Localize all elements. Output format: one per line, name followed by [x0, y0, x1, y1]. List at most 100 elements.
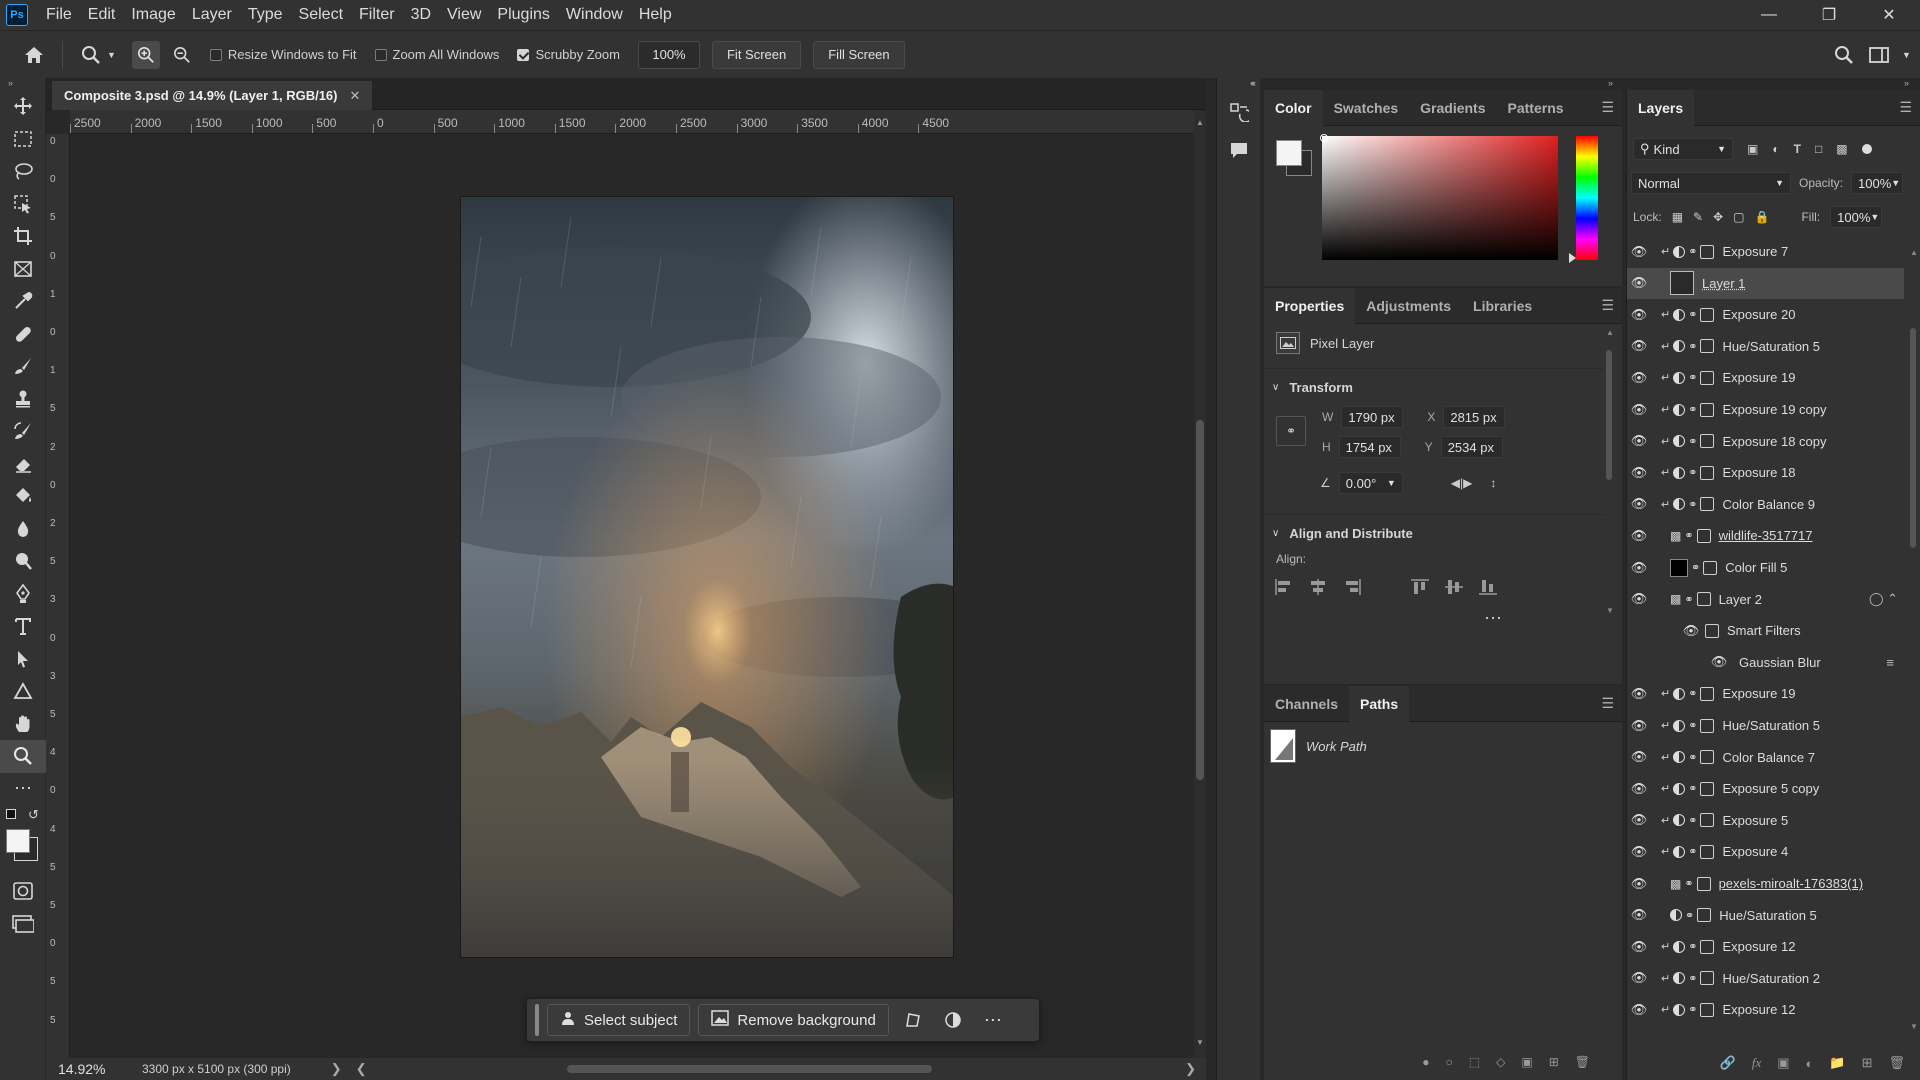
visibility-eye-icon[interactable]: 👁 [1627, 433, 1651, 449]
visibility-eye-icon[interactable]: 👁 [1627, 970, 1651, 986]
more-options-icon[interactable]: ⋯ [977, 1004, 1009, 1036]
layer-row[interactable]: 👁 ↵ ⚭ Exposure 19 [1627, 678, 1904, 709]
pen-tool-icon[interactable] [0, 578, 46, 611]
align-bottom-icon[interactable] [1478, 578, 1498, 599]
document-tab[interactable]: Composite 3.psd @ 14.9% (Layer 1, RGB/16… [52, 81, 373, 110]
zoom-tool-preset-icon[interactable] [75, 39, 107, 71]
restore-button[interactable]: ❐ [1806, 0, 1852, 30]
layer-row[interactable]: 👁 ⚭ Color Fill 5 [1627, 552, 1904, 583]
scroll-up-icon[interactable]: ▲ [1196, 118, 1204, 127]
eraser-tool-icon[interactable] [0, 448, 46, 481]
expand-panels-icon[interactable]: » [1608, 78, 1613, 88]
blend-mode-select[interactable]: Normal ▼ [1631, 172, 1791, 194]
search-icon[interactable] [1828, 39, 1860, 71]
width-field[interactable]: 1790 px [1341, 406, 1404, 428]
lasso-tool-icon[interactable] [0, 155, 46, 188]
smart-filter-badge-icon[interactable]: ◯ ⌃ [1869, 591, 1898, 607]
visibility-eye-icon[interactable]: 👁 [1627, 907, 1651, 923]
layer-row[interactable]: 👁 ↵ ⚭ Exposure 12 [1627, 994, 1904, 1025]
history-brush-tool-icon[interactable] [0, 415, 46, 448]
filter-adjustment-icon[interactable]: ◐ [1772, 142, 1779, 156]
type-tool-icon[interactable] [0, 610, 46, 643]
layer-row[interactable]: 👁 ▩ ⚭ wildlife-3517717 [1627, 520, 1904, 551]
paint-bucket-tool-icon[interactable] [0, 480, 46, 513]
close-tab-icon[interactable]: ✕ [349, 88, 360, 104]
vertical-scrollbar[interactable]: ▲ ▼ [1194, 110, 1206, 1058]
add-mask-layer-icon[interactable]: ▣ [1777, 1055, 1789, 1071]
zoom-tool-icon[interactable] [0, 740, 46, 773]
delete-path-icon[interactable]: 🗑 [1575, 1055, 1590, 1069]
object-selection-tool-icon[interactable] [0, 188, 46, 221]
layer-row[interactable]: 👁 ↵ ⚭ Exposure 5 [1627, 805, 1904, 836]
visibility-eye-icon[interactable]: 👁 [1627, 244, 1651, 260]
menu-layer[interactable]: Layer [184, 6, 240, 24]
hue-marker[interactable] [1569, 253, 1576, 263]
layer-row[interactable]: 👁 ↵ ⚭ Exposure 18 copy [1627, 426, 1904, 457]
brush-tool-icon[interactable] [0, 350, 46, 383]
height-field[interactable]: 1754 px [1338, 436, 1401, 458]
fill-screen-button[interactable]: Fill Screen [813, 40, 905, 69]
align-hcenter-icon[interactable] [1308, 578, 1328, 599]
layer-style-icon[interactable]: fx [1752, 1055, 1761, 1071]
zoom-all-box[interactable] [374, 48, 387, 61]
tab-swatches[interactable]: Swatches [1323, 90, 1410, 126]
screen-mode-icon[interactable] [0, 908, 46, 941]
layers-list[interactable]: 👁 ↵ ⚭ Exposure 7 👁 Layer 1 👁 ↵ ⚭ Exposure 20 👁 ↵ ⚭ Hu… [1627, 236, 1907, 1032]
layer-row[interactable]: 👁 ↵ ⚭ Hue/Saturation 5 [1627, 331, 1904, 362]
menu-help[interactable]: Help [631, 6, 680, 24]
layer-row[interactable]: 👁 ⚭ Hue/Saturation 5 [1627, 900, 1904, 931]
visibility-eye-icon[interactable]: 👁 [1627, 812, 1651, 828]
resize-windows-box[interactable] [209, 48, 222, 61]
link-dimensions-icon[interactable]: ⚭ [1276, 416, 1306, 446]
filter-kind-select[interactable]: ⚲ Kind ▼ [1633, 138, 1733, 160]
menu-image[interactable]: Image [123, 6, 183, 24]
workspace-icon[interactable] [1864, 39, 1896, 71]
properties-panel-menu-icon[interactable]: ☰ [1601, 297, 1614, 314]
filter-options-icon[interactable]: ≡ [1886, 655, 1894, 670]
filter-smart-icon[interactable]: ▩ [1836, 142, 1847, 156]
properties-scrollbar[interactable]: ▲ ▼ [1604, 328, 1614, 618]
scrubby-zoom-box[interactable] [517, 48, 530, 61]
tab-layers[interactable]: Layers [1627, 89, 1695, 126]
visibility-eye-icon[interactable]: 👁 [1627, 844, 1651, 860]
zoom-level[interactable]: 14.92% [46, 1061, 118, 1077]
flip-horizontal-icon[interactable]: ◀|▶ [1451, 476, 1473, 490]
layer-row[interactable]: 👁 ▩ ⚭ Layer 2 ◯ ⌃ [1627, 584, 1904, 615]
visibility-eye-icon[interactable]: 👁 [1707, 654, 1731, 670]
workspace-chevron-icon[interactable]: ▼ [1902, 50, 1911, 60]
new-group-icon[interactable]: 📁 [1829, 1055, 1845, 1071]
layer-row[interactable]: 👁 ↵ ⚭ Exposure 5 copy [1627, 773, 1904, 804]
lock-all-icon[interactable]: 🔒 [1755, 210, 1770, 224]
tab-gradients[interactable]: Gradients [1409, 90, 1496, 126]
document-info[interactable]: 3300 px x 5100 px (300 ppi) [142, 1062, 291, 1076]
more-tools-icon[interactable]: ⋯ [0, 773, 46, 806]
layer-row[interactable]: 👁 ↵ ⚭ Hue/Saturation 2 [1627, 963, 1904, 994]
tab-paths[interactable]: Paths [1349, 685, 1410, 722]
new-path-icon[interactable]: ⊞ [1549, 1055, 1559, 1069]
blur-tool-icon[interactable] [0, 513, 46, 546]
menu-filter[interactable]: Filter [351, 6, 403, 24]
align-left-icon[interactable] [1274, 578, 1294, 599]
foreground-color[interactable] [1276, 140, 1302, 166]
color-picker-marker[interactable] [1320, 134, 1328, 142]
menu-type[interactable]: Type [240, 6, 291, 24]
swap-colors-icon[interactable]: ↺ [28, 807, 39, 823]
foreground-color-swatch[interactable] [6, 829, 30, 853]
visibility-eye-icon[interactable]: 👁 [1627, 560, 1651, 576]
adjustment-icon[interactable] [937, 1004, 969, 1036]
hue-slider[interactable] [1576, 136, 1598, 260]
visibility-eye-icon[interactable]: 👁 [1627, 338, 1651, 354]
visibility-eye-icon[interactable]: 👁 [1627, 718, 1651, 734]
menu-window[interactable]: Window [558, 6, 631, 24]
flip-vertical-icon[interactable]: ↕ [1490, 476, 1496, 490]
tab-properties[interactable]: Properties [1264, 287, 1356, 324]
layer-row[interactable]: 👁 ↵ ⚭ Hue/Saturation 5 [1627, 710, 1904, 741]
visibility-eye-icon[interactable]: 👁 [1627, 496, 1651, 512]
layer-row[interactable]: 👁 ↵ ⚭ Exposure 20 [1627, 299, 1904, 330]
visibility-eye-icon[interactable]: 👁 [1627, 1002, 1651, 1018]
angle-chevron-icon[interactable]: ▼ [1387, 478, 1396, 488]
layer-row[interactable]: 👁 ↵ ⚭ Exposure 19 [1627, 362, 1904, 393]
visibility-eye-icon[interactable]: 👁 [1627, 528, 1651, 544]
visibility-eye-icon[interactable]: 👁 [1627, 370, 1651, 386]
visibility-eye-icon[interactable]: 👁 [1627, 686, 1651, 702]
